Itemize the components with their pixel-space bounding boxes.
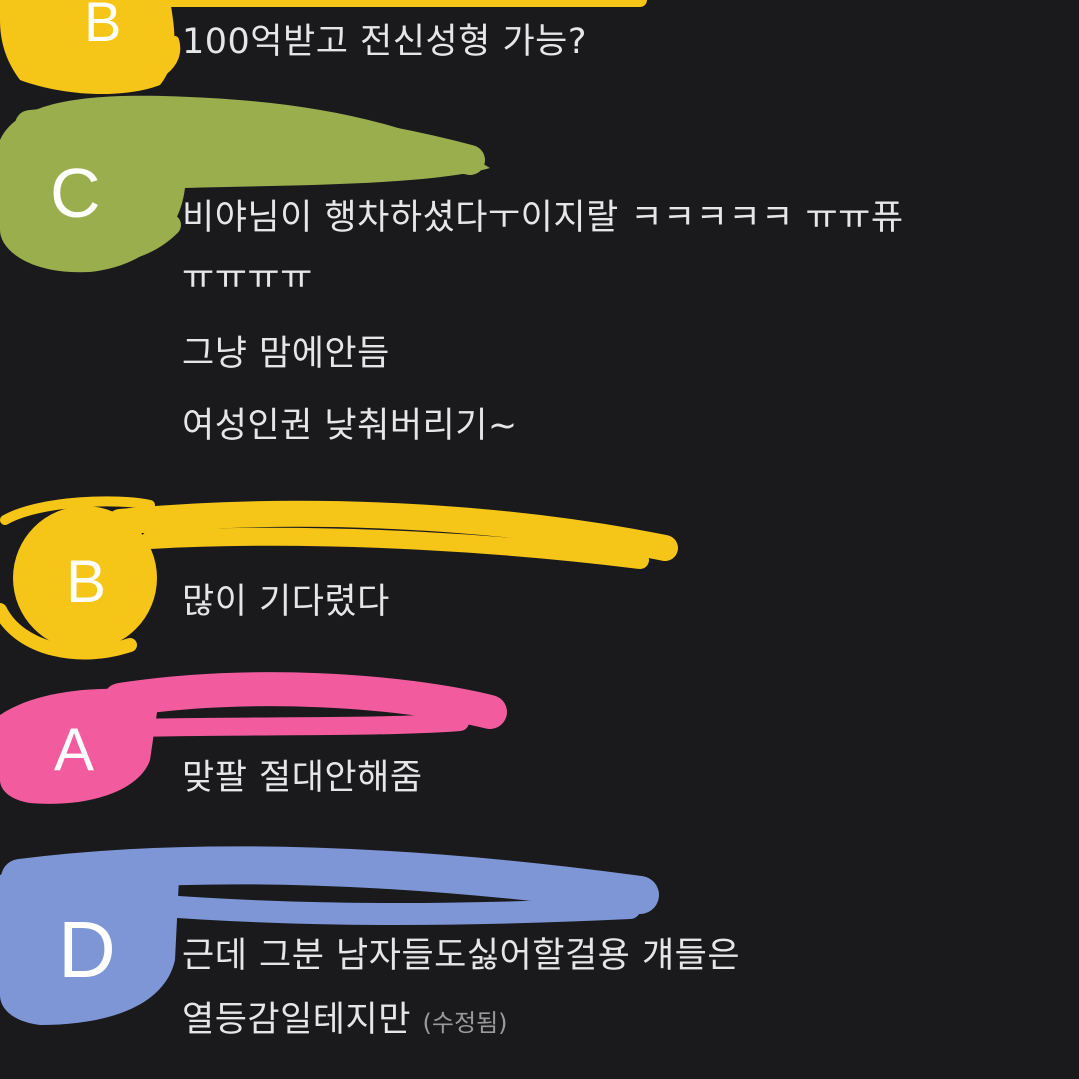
comment-text: 100억받고 전신성형 가능? <box>182 22 587 62</box>
comment-text: 맞팔 절대안해줌 <box>182 758 423 798</box>
comment-text: 열등감일테지만 (수정됨) <box>182 990 508 1053</box>
comment-text: 많이 기다렸다 <box>182 582 390 622</box>
edited-label: (수정됨) <box>422 1009 508 1037</box>
avatar-letter-d: D <box>58 905 116 994</box>
avatar-letter-c: C <box>50 154 101 232</box>
comment-text: 여성인권 낮춰버리기~ <box>182 406 518 446</box>
comment-text: ㅠㅠㅠㅠ <box>182 258 313 298</box>
redaction-scribbles <box>0 0 678 1025</box>
avatar-letter-a: A <box>54 716 95 783</box>
avatar-letter-b-top: B <box>84 0 122 53</box>
comment-text-line: 열등감일테지만 <box>182 1000 411 1040</box>
comment-text: 그냥 맘에안듬 <box>182 334 390 374</box>
comment-text: 근데 그분 남자들도싫어할걸용 걔들은 <box>182 936 741 976</box>
comment-text: 비야님이 행차하셨다ㅜ이지랄 ㅋㅋㅋㅋㅋ ㅠㅠ퓨 <box>182 198 904 238</box>
avatar-letter-b-middle: B <box>66 548 107 615</box>
